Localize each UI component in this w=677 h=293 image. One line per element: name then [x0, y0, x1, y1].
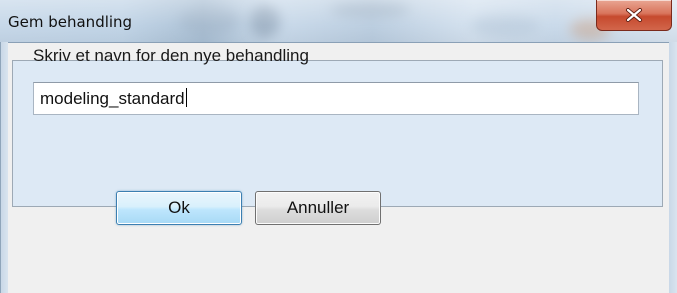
close-x-icon — [626, 8, 642, 22]
titlebar-blur — [470, 14, 540, 36]
dialog-client-area — [8, 42, 669, 293]
window-frame-right — [669, 42, 677, 293]
titlebar-blur — [180, 6, 240, 34]
save-treatment-dialog: Gem behandling Skriv et navn for den nye… — [0, 0, 677, 293]
window-title: Gem behandling — [8, 13, 133, 31]
ok-button[interactable]: Ok — [116, 191, 242, 225]
name-prompt-label: Skriv et navn for den nye behandling — [33, 46, 309, 65]
treatment-name-input[interactable]: modeling_standard — [33, 82, 639, 115]
cancel-button[interactable]: Annuller — [255, 191, 381, 225]
titlebar-blur — [250, 4, 280, 38]
treatment-name-value: modeling_standard — [40, 89, 185, 108]
close-button[interactable] — [596, 0, 672, 31]
window-frame-left — [0, 42, 8, 293]
titlebar-blur — [330, 2, 410, 16]
title-bar[interactable]: Gem behandling — [0, 0, 677, 42]
text-caret — [185, 88, 187, 107]
